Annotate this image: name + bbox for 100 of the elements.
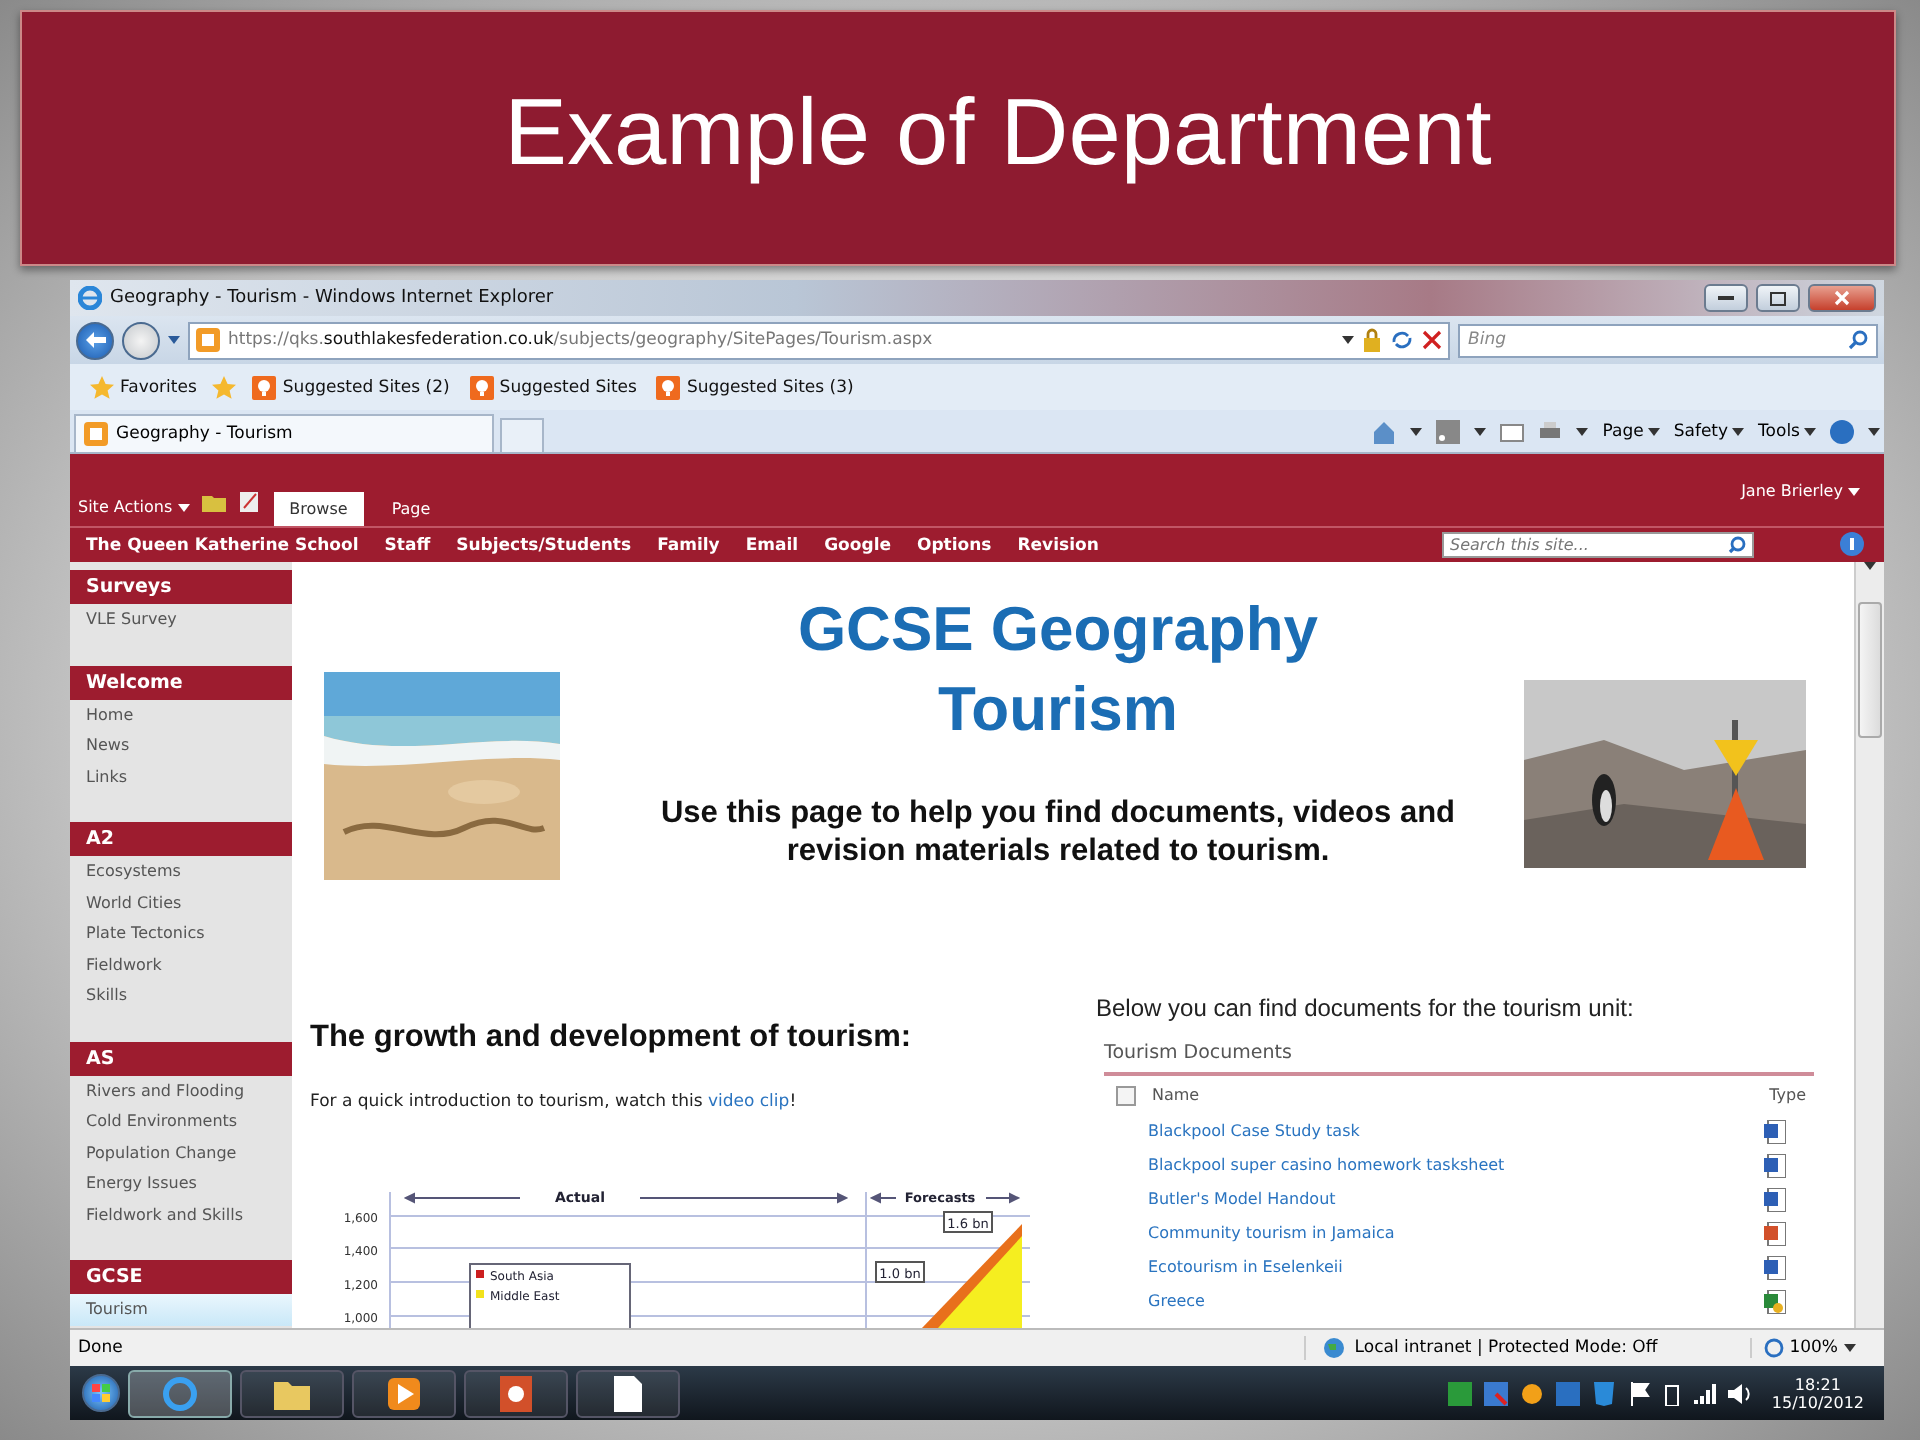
sidebar-item[interactable]: Energy Issues (70, 1168, 292, 1199)
column-header: Name (1152, 1086, 1202, 1104)
help-icon (1840, 532, 1864, 556)
caret-icon (168, 336, 180, 344)
ribbon-tab[interactable]: Browse (273, 492, 364, 526)
browser-logo-icon (78, 286, 102, 310)
site-actions-menu[interactable]: Site Actions (78, 498, 190, 516)
forward-button[interactable] (122, 321, 160, 359)
minimize-button[interactable] (1704, 284, 1748, 312)
sidebar-item[interactable]: Fieldwork and Skills (70, 1199, 292, 1230)
scrollbar[interactable] (1854, 562, 1884, 1328)
document-icon (1764, 1119, 1786, 1143)
video-sentence: For a quick introduction to tourism, watch this video clip! (310, 1092, 799, 1112)
section-heading: The growth and development of tourism: (310, 1020, 914, 1056)
sidebar-item[interactable]: Home (70, 699, 292, 730)
document-link[interactable]: Community tourism in Jamaica (1148, 1224, 1764, 1242)
tray-app-icon (1591, 1381, 1616, 1405)
favorites-button[interactable]: Favorites (86, 375, 201, 399)
folder-icon (274, 1377, 310, 1409)
globe-icon (1322, 1336, 1347, 1360)
maximize-button[interactable] (1756, 284, 1800, 312)
caret-icon (1342, 336, 1354, 344)
document-icon (1764, 1221, 1786, 1245)
caret-icon (1804, 428, 1816, 436)
document-link[interactable]: Blackpool Case Study task (1148, 1122, 1764, 1140)
tray-app-icon (1555, 1381, 1580, 1405)
lightbulb-icon (252, 375, 277, 399)
back-arrow-icon (85, 332, 105, 348)
nav-link[interactable]: Options (917, 535, 992, 555)
taskbar-button[interactable] (576, 1369, 680, 1417)
nav-link[interactable]: Google (824, 535, 891, 555)
document-icon (1764, 1187, 1786, 1211)
nav-link[interactable]: Family (657, 535, 720, 555)
stop-icon (1422, 330, 1442, 350)
speaker-icon (1727, 1381, 1752, 1405)
printer-icon (1538, 420, 1563, 444)
ribbon-tab[interactable]: Page (375, 492, 447, 526)
document-icon (614, 1375, 642, 1411)
close-button[interactable] (1808, 284, 1876, 312)
command-menu[interactable]: Page (1602, 422, 1660, 442)
clock[interactable]: 18:21 15/10/2012 (1763, 1375, 1872, 1411)
favorite-link[interactable]: Suggested Sites (465, 375, 641, 399)
site-search-field[interactable]: Search this site... (1442, 532, 1754, 558)
help-icon (1830, 420, 1854, 444)
nav-link[interactable]: Email (745, 535, 799, 555)
site-icon (196, 328, 220, 352)
nav-link[interactable]: Revision (1017, 535, 1099, 555)
scroll-thumb[interactable] (1858, 602, 1882, 738)
sidebar-item[interactable]: News (70, 730, 292, 761)
slide-title: Example of Department (504, 75, 1492, 185)
list-title: Tourism Documents (1104, 1042, 1814, 1076)
nav-link[interactable]: Staff (384, 535, 431, 555)
user-menu[interactable]: Jane Brierley (1741, 481, 1860, 499)
tray-app-icon (1483, 1381, 1508, 1405)
command-menu[interactable]: Safety (1673, 422, 1745, 442)
sidebar-item[interactable]: Links (70, 761, 292, 792)
search-field[interactable]: Bing (1458, 323, 1878, 357)
sidebar-item[interactable]: VLE Survey (70, 604, 292, 635)
caret-icon (1410, 428, 1423, 436)
star-icon (90, 375, 114, 399)
sidebar-item[interactable]: Tourism (70, 1294, 292, 1325)
select-all-checkbox[interactable] (1116, 1085, 1136, 1105)
page-title: GCSE Geography (797, 592, 1319, 668)
address-field[interactable]: https://qks.southlakesfederation.co.uk/subjects/geography/SitePages/Tourism.aspx (188, 321, 1450, 359)
video-link[interactable]: video clip (707, 1092, 790, 1112)
sidebar-item[interactable]: World Cities (70, 887, 292, 918)
favorite-link[interactable]: Suggested Sites (3) (652, 375, 858, 399)
document-link[interactable]: Ecotourism in Eselenkeii (1148, 1258, 1764, 1276)
nav-link[interactable]: Subjects/Students (456, 535, 632, 555)
back-button[interactable] (76, 321, 114, 359)
status-text: Done (78, 1338, 125, 1358)
sidebar-item[interactable]: Population Change (70, 1137, 292, 1168)
site-icon (84, 422, 108, 446)
sidebar-item[interactable]: Cold Environments (70, 1106, 292, 1137)
caret-icon (1868, 428, 1880, 436)
nav-link[interactable]: The Queen Katherine School (86, 535, 359, 555)
image-file-icon (1764, 1289, 1786, 1313)
sidebar-heading: Surveys (70, 570, 292, 604)
command-menu[interactable]: Tools (1758, 422, 1816, 442)
caret-icon (1732, 428, 1745, 436)
document-link[interactable]: Greece (1148, 1292, 1764, 1310)
sidebar-item[interactable]: Rivers and Flooding (70, 1075, 292, 1106)
sidebar-item[interactable]: Fieldwork (70, 949, 292, 980)
document-link[interactable]: Butler's Model Handout (1148, 1190, 1764, 1208)
zoom-button[interactable]: 100% (1749, 1338, 1876, 1358)
window-title: Geography - Tourism - Windows Internet Explorer (110, 288, 556, 308)
sidebar-item[interactable]: Skills (70, 980, 292, 1011)
favorite-link[interactable]: Suggested Sites (2) (248, 375, 454, 399)
sidebar-item[interactable]: Plate Tectonics (70, 918, 292, 949)
sidebar-item[interactable]: Ecosystems (70, 856, 292, 887)
document-link[interactable]: Blackpool super casino homework tasksheet (1148, 1156, 1764, 1174)
caret-icon (1848, 487, 1860, 495)
windows-logo-icon (91, 1383, 111, 1403)
taskbar-button[interactable] (352, 1369, 456, 1417)
taskbar-button[interactable] (240, 1369, 344, 1417)
browser-tab[interactable]: Geography - Tourism (74, 414, 494, 452)
battery-icon (1663, 1381, 1680, 1405)
edit-icon (237, 490, 262, 514)
start-button[interactable] (82, 1374, 120, 1412)
taskbar-button[interactable] (464, 1369, 568, 1417)
